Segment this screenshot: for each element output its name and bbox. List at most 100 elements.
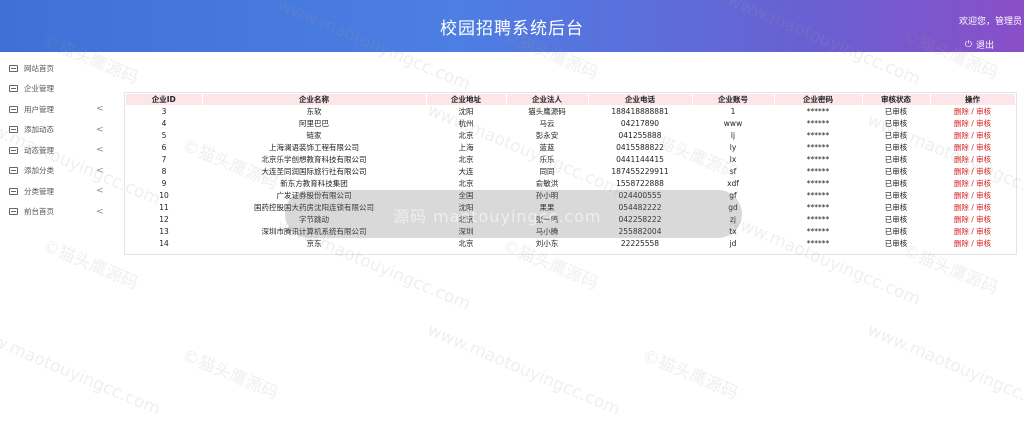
table-cell: ly — [729, 142, 737, 152]
table-cell: ****** — [806, 130, 830, 140]
table-cell: 沈阳 — [458, 106, 474, 116]
review-link[interactable]: 审核 — [976, 155, 991, 164]
overlay-text: 源码 maotouyingcc.com — [393, 207, 602, 226]
sidebar-item-label: 添加动态 — [24, 125, 54, 135]
sidebar-item-label: 前台首页 — [24, 207, 54, 217]
watermark: www.maotouyingcc.com — [0, 320, 164, 420]
sidebar-item-label: 用户管理 — [24, 104, 54, 114]
sidebar-item[interactable]: 用户管理 < — [0, 99, 110, 120]
table-row: 7 北京乐学创想教育科技有限公司 北京 乐乐 0441144415 lx ****** 已审核… — [126, 153, 1015, 165]
delete-link[interactable]: 删除 — [954, 215, 969, 224]
welcome-text: 欢迎您，管理员 — [958, 17, 1022, 27]
table-cell: ****** — [806, 178, 830, 188]
table-row: 4 阿里巴巴 杭州 马云 04217890 www ****** 已审核 删除 / 审核 — [126, 117, 1015, 129]
table-cell: 187455229911 — [611, 166, 669, 176]
delete-link[interactable]: 删除 — [954, 107, 969, 116]
table-cell: 新东方教育科技集团 — [280, 178, 348, 188]
table-cell: 北京 — [458, 154, 474, 164]
table-cell: 已审核 — [884, 238, 908, 248]
review-link[interactable]: 审核 — [976, 143, 991, 152]
chevron-left-icon: < — [96, 165, 104, 176]
review-link[interactable]: 审核 — [976, 167, 991, 176]
action-cell: 删除 / 审核 — [930, 189, 1015, 201]
delete-link[interactable]: 删除 — [954, 155, 969, 164]
table-header-row: 企业ID 企业名称 企业地址 企业法人 企业电话 企业账号 企业密码 审核状态 操作 — [126, 94, 1016, 105]
table-cell: 已审核 — [884, 106, 908, 116]
delete-link[interactable]: 删除 — [954, 167, 969, 176]
review-link[interactable]: 审核 — [976, 179, 991, 188]
review-link[interactable]: 审核 — [976, 107, 991, 116]
chevron-left-icon: < — [96, 124, 104, 135]
column-header: 企业账号 — [692, 94, 775, 105]
sidebar-item-label: 企业管理 — [24, 84, 54, 94]
logout-button[interactable]: ⏻ 退出 — [965, 38, 994, 52]
table-cell: 6 — [161, 142, 167, 152]
sidebar-item[interactable]: 动态管理 < — [0, 140, 110, 161]
table-cell: 俞敏洪 — [535, 178, 559, 188]
menu-item-icon — [9, 64, 18, 72]
delete-link[interactable]: 删除 — [954, 143, 969, 152]
sidebar-item[interactable]: 添加动态 < — [0, 120, 110, 141]
table-cell: 北京 — [458, 238, 474, 248]
review-link[interactable]: 审核 — [976, 239, 991, 248]
table-cell: jd — [729, 238, 737, 248]
delete-link[interactable]: 删除 — [954, 203, 969, 212]
sidebar-item[interactable]: 分类管理 < — [0, 181, 110, 202]
table-cell: 1 — [730, 106, 736, 116]
table-cell: 8 — [161, 166, 167, 176]
delete-link[interactable]: 删除 — [954, 227, 969, 236]
table-cell: 大连圣同润国际旅行社有限公司 — [261, 166, 367, 176]
table-row: 6 上海澜语装饰工程有限公司 上海 蓝蓝 0415588822 ly ****** 已审核 删除… — [126, 141, 1015, 153]
delete-link[interactable]: 删除 — [954, 239, 969, 248]
sidebar-item[interactable]: 企业管理 — [0, 79, 110, 100]
review-link[interactable]: 审核 — [976, 131, 991, 140]
table-cell: 京东 — [306, 238, 322, 248]
logout-label: 退出 — [975, 41, 994, 51]
table-cell: 10 — [159, 190, 169, 200]
table-cell: 0441144415 — [616, 154, 664, 164]
delete-link[interactable]: 删除 — [954, 119, 969, 128]
review-link[interactable]: 审核 — [976, 191, 991, 200]
menu-item-icon — [9, 85, 18, 93]
action-cell: 删除 / 审核 — [930, 153, 1015, 165]
delete-link[interactable]: 删除 — [954, 131, 969, 140]
table-row: 8 大连圣同润国际旅行社有限公司 大连 同同 187455229911 sf ****** 已… — [126, 165, 1015, 177]
action-cell: 删除 / 审核 — [930, 225, 1015, 237]
chevron-left-icon: < — [96, 206, 104, 217]
column-header: 企业电话 — [588, 94, 693, 105]
review-link[interactable]: 审核 — [976, 215, 991, 224]
sidebar-item-label: 网站首页 — [24, 63, 54, 73]
menu-item-icon — [9, 146, 18, 154]
column-header: 操作 — [930, 94, 1016, 105]
table-cell: 22225558 — [620, 238, 660, 248]
table-cell: ****** — [806, 118, 830, 128]
table-cell: 已审核 — [884, 178, 908, 188]
table-row: 9 新东方教育科技集团 北京 俞敏洪 1558722888 xdf ****** 已审核 删除 … — [126, 177, 1015, 189]
sidebar-item-label: 添加分类 — [24, 166, 54, 176]
sidebar-item[interactable]: 网站首页 — [0, 58, 110, 79]
chevron-left-icon: < — [96, 186, 104, 197]
action-cell: 删除 / 审核 — [930, 129, 1015, 141]
column-header: 企业法人 — [506, 94, 589, 105]
table-cell: xdf — [727, 178, 739, 188]
delete-link[interactable]: 删除 — [954, 191, 969, 200]
top-header: 校园招聘系统后台 欢迎您，管理员 ⏻ 退出 — [0, 0, 1024, 52]
delete-link[interactable]: 删除 — [954, 179, 969, 188]
table-cell: 北京 — [458, 130, 474, 140]
table-cell: 041255888 — [618, 130, 662, 140]
table-cell: 北京乐学创想教育科技有限公司 — [261, 154, 367, 164]
table-cell: 刘小东 — [535, 238, 559, 248]
menu-item-icon — [9, 126, 18, 134]
column-header: 企业ID — [126, 94, 203, 105]
table-cell: ****** — [806, 214, 830, 224]
column-header: 企业密码 — [774, 94, 863, 105]
review-link[interactable]: 审核 — [976, 203, 991, 212]
sidebar-item[interactable]: 添加分类 < — [0, 161, 110, 182]
table-cell: 大连 — [458, 166, 474, 176]
chevron-left-icon: < — [96, 104, 104, 115]
review-link[interactable]: 审核 — [976, 227, 991, 236]
sidebar-item[interactable]: 前台首页 < — [0, 202, 110, 223]
table-cell: ****** — [806, 190, 830, 200]
review-link[interactable]: 审核 — [976, 119, 991, 128]
action-cell: 删除 / 审核 — [930, 213, 1015, 225]
